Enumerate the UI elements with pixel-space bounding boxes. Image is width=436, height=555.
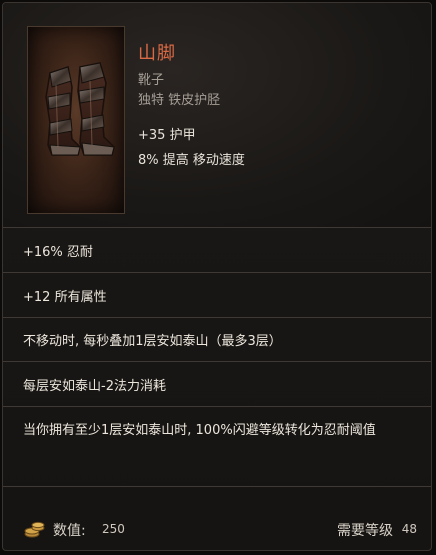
affix-text: 当你拥有至少1层安如泰山时, 100%闪避等级转化为忍耐阈值: [23, 423, 376, 438]
affix-row: 当你拥有至少1层安如泰山时, 100%闪避等级转化为忍耐阈值: [3, 406, 431, 482]
movement-speed-stat: 8% 提高 移动速度: [138, 153, 245, 168]
item-type: 靴子: [138, 73, 165, 88]
level-requirement-label: 需要等级: [337, 523, 393, 539]
affix-row: 每层安如泰山-2法力消耗: [3, 361, 431, 406]
value-label: 数值:: [53, 523, 86, 539]
item-footer: 数值: 250 需要等级 48: [3, 510, 431, 550]
affix-text: +12 所有属性: [23, 289, 107, 305]
value-amount: 250: [102, 522, 125, 536]
affix-row: +12 所有属性: [3, 272, 431, 317]
affix-row: +16% 忍耐: [3, 227, 431, 272]
item-name: 山脚: [138, 43, 176, 64]
item-base-type: 独特 铁皮护胫: [138, 93, 221, 108]
item-portrait: [27, 26, 125, 214]
affix-text: 不移动时, 每秒叠加1层安如泰山（最多3层）: [23, 334, 282, 349]
affix-text: 每层安如泰山-2法力消耗: [23, 378, 166, 394]
boots-icon: [45, 62, 115, 156]
armor-stat: +35 护甲: [138, 128, 196, 143]
affix-row: 不移动时, 每秒叠加1层安如泰山（最多3层）: [3, 317, 431, 361]
coin-stack-icon: [24, 521, 45, 538]
affix-text: +16% 忍耐: [23, 244, 93, 260]
divider: [3, 486, 431, 511]
level-requirement-value: 48: [401, 522, 417, 536]
affix-list: +16% 忍耐 +12 所有属性 不移动时, 每秒叠加1层安如泰山（最多3层） …: [3, 227, 431, 482]
item-header: 山脚 靴子 独特 铁皮护胫 +35 护甲 8% 提高 移动速度: [3, 3, 431, 227]
item-tooltip: 山脚 靴子 独特 铁皮护胫 +35 护甲 8% 提高 移动速度 +16% 忍耐 …: [2, 2, 432, 551]
